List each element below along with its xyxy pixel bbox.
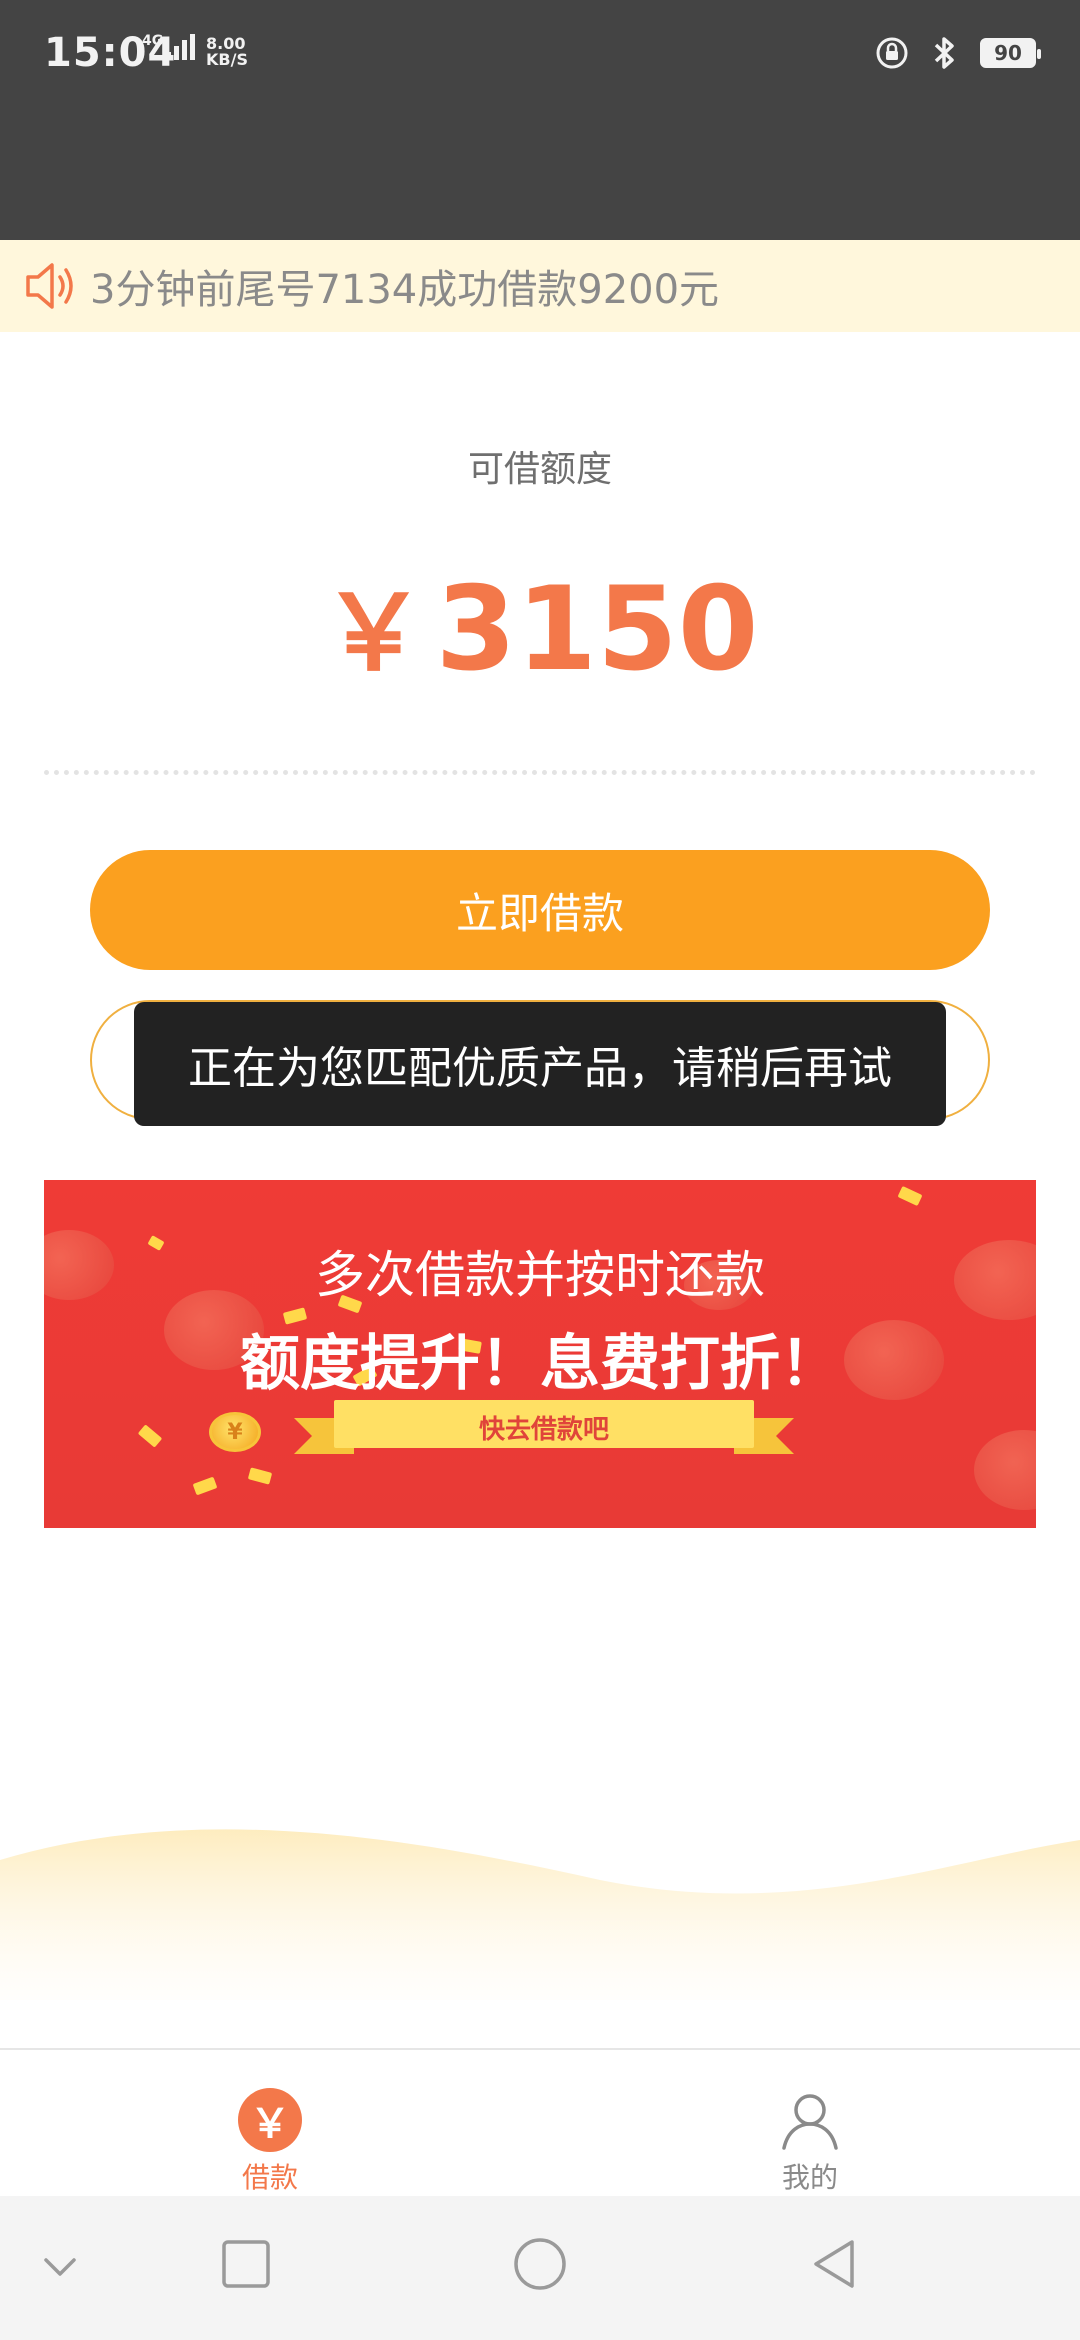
credit-label: 可借额度 (467, 449, 612, 490)
borrow-now-button[interactable]: 立即借款 (90, 850, 990, 970)
confetti (897, 1185, 923, 1207)
notice-bar[interactable]: 3分钟前尾号7134成功借款9200元 (0, 240, 1080, 332)
nav-item-mine[interactable]: 我的 (710, 2088, 910, 2198)
gold-coin: ¥ (209, 1412, 261, 1452)
promo-headline: 多次借款并按时还款 (315, 1246, 765, 1304)
bottom-nav: ￥ 借款 我的 (0, 2048, 1080, 2196)
confetti (137, 1424, 163, 1448)
battery-level: 90 (994, 41, 1022, 65)
recent-apps-icon[interactable] (220, 2238, 272, 2290)
nav-label-mine: 我的 (781, 2161, 838, 2194)
promo-banner[interactable]: 多次借款并按时还款 额度提升！息费打折！ 快去借款吧 ¥ (44, 1180, 1036, 1528)
credit-amount: ￥3150 (0, 560, 1080, 703)
network-type: 4G (142, 33, 164, 49)
battery-icon: 90 (980, 38, 1041, 68)
background-coin (974, 1430, 1036, 1510)
status-icons: 90 (874, 34, 1041, 72)
signal-icon: 4G (142, 33, 196, 60)
nav-item-loan[interactable]: ￥ 借款 (170, 2088, 370, 2198)
wave-decoration (0, 1829, 1080, 2000)
toast-message: 正在为您匹配优质产品，请稍后再试 (134, 1002, 946, 1126)
notice-text: 3分钟前尾号7134成功借款9200元 (90, 267, 720, 313)
coin-symbol: ¥ (227, 1419, 243, 1445)
divider (44, 770, 1036, 775)
chevron-down-icon[interactable] (40, 2252, 80, 2282)
confetti (247, 1467, 273, 1485)
network-speed-unit: KB/S (206, 50, 248, 69)
promo-cta-label: 快去借款吧 (478, 1414, 609, 1445)
user-icon (782, 2094, 838, 2150)
back-icon[interactable] (808, 2236, 860, 2292)
currency-symbol: ￥ (321, 572, 426, 694)
bluetooth-icon (934, 37, 954, 69)
speaker-icon (26, 263, 73, 309)
home-icon[interactable] (512, 2236, 568, 2292)
network-speed: 8.00 KB/S (206, 36, 248, 68)
lock-rotation-icon (876, 37, 908, 69)
yen-icon: ￥ (238, 2088, 302, 2152)
confetti (192, 1476, 218, 1496)
status-bar: 15:04 4G 8.00 KB/S 90 (0, 0, 1080, 240)
promo-cta[interactable]: 快去借款吧 (294, 1400, 794, 1460)
promo-subheadline: 额度提升！息费打折！ (240, 1329, 840, 1399)
credit-amount-value: 3150 (435, 562, 759, 697)
nav-label-loan: 借款 (241, 2161, 298, 2194)
system-nav-bar (0, 2196, 1080, 2340)
